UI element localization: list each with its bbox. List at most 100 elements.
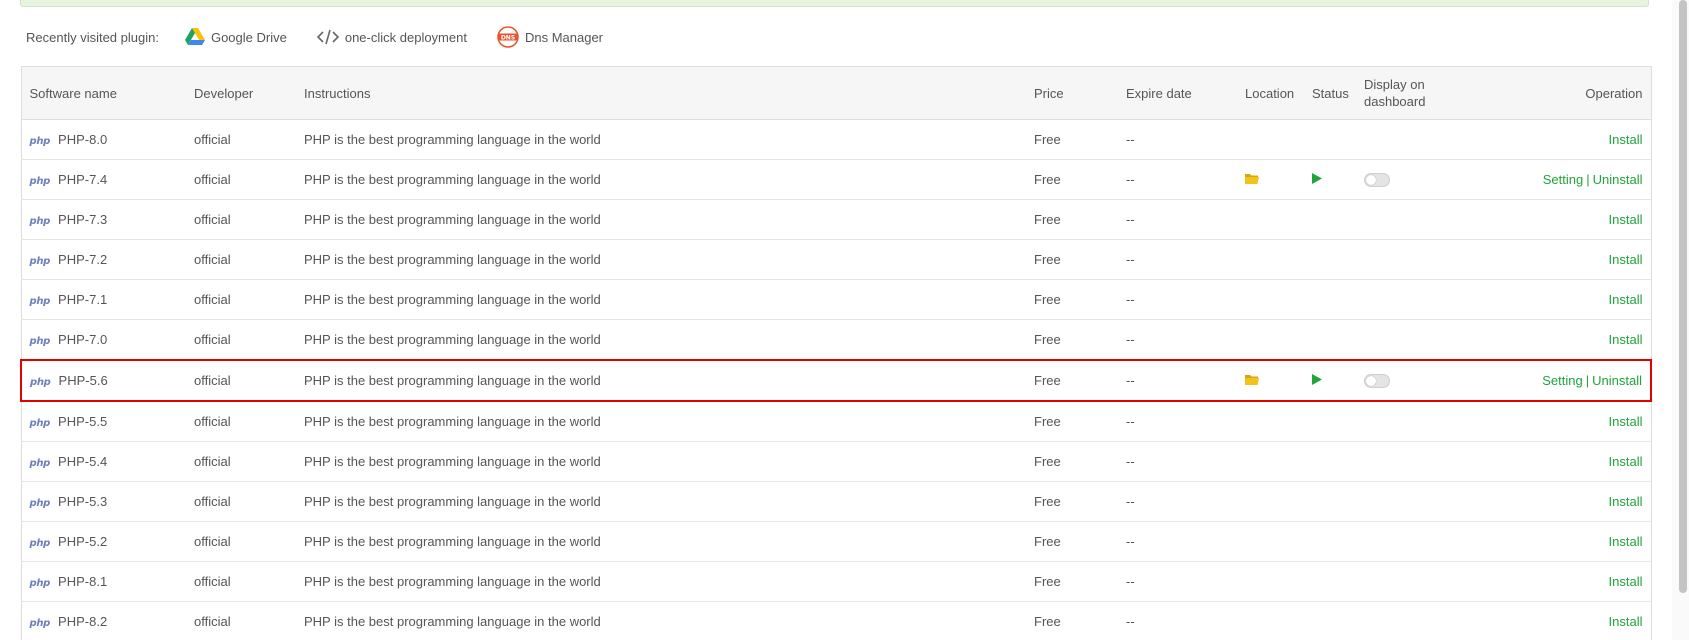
cell-display-on-dashboard [1356,119,1466,160]
cell-display-on-dashboard [1356,441,1466,482]
install-link[interactable]: Install [1609,292,1643,307]
cell-software-name[interactable]: php PHP-7.2 [20,239,186,280]
cell-location [1237,239,1304,280]
install-link[interactable]: Install [1609,132,1643,147]
cell-expire-date: -- [1118,521,1237,562]
cell-status [1304,481,1356,522]
setting-link[interactable]: Setting [1543,172,1583,187]
cell-display-on-dashboard [1356,481,1466,522]
install-link[interactable]: Install [1609,332,1643,347]
cell-price: Free [1026,279,1118,320]
operation-links: Install [1609,494,1643,509]
recent-plugin-dns-manager[interactable]: DNS Dns Manager [497,26,603,48]
dns-icon: DNS [497,26,519,48]
table-row: php PHP-7.1 official PHP is the best progra… [20,279,1652,320]
php-logo-icon: php [29,216,51,227]
folder-icon[interactable] [1245,373,1259,388]
install-link[interactable]: Install [1609,454,1643,469]
column-header-operation: Operation [1466,66,1652,120]
cell-instructions: PHP is the best programming language in … [296,239,1026,280]
install-link[interactable]: Install [1609,574,1643,589]
operation-links: Install [1609,414,1643,429]
cell-developer: official [186,601,296,640]
recent-plugin-google-drive[interactable]: Google Drive [184,28,287,46]
cell-status [1304,401,1356,442]
uninstall-link[interactable]: Uninstall [1593,172,1643,187]
install-link[interactable]: Install [1609,494,1643,509]
install-link[interactable]: Install [1609,414,1643,429]
cell-software-name[interactable]: php PHP-5.5 [20,401,186,442]
cell-software-name[interactable]: php PHP-5.4 [20,441,186,482]
software-name: PHP-8.1 [58,574,108,589]
cell-operation: Install [1466,441,1652,482]
cell-operation: Install [1466,319,1652,361]
cell-instructions: PHP is the best programming language in … [296,199,1026,240]
cell-software-name[interactable]: php PHP-8.1 [20,561,186,602]
cell-price: Free [1026,359,1118,402]
cell-expire-date: -- [1118,359,1237,402]
column-header-software-name[interactable]: Software name [20,66,186,120]
column-header-location: Location [1237,66,1304,120]
cell-software-name[interactable]: php PHP-5.6 [20,359,186,402]
cell-status [1304,239,1356,280]
cell-software-name[interactable]: php PHP-7.3 [20,199,186,240]
cell-status [1304,441,1356,482]
cell-instructions: PHP is the best programming language in … [296,441,1026,482]
install-link[interactable]: Install [1609,534,1643,549]
table-row: php PHP-8.1 official PHP is the best progra… [20,561,1652,602]
play-icon[interactable] [1312,172,1322,187]
recent-plugin-label: Dns Manager [524,29,604,45]
cell-developer: official [186,441,296,482]
cell-price: Free [1026,199,1118,240]
play-icon[interactable] [1312,373,1322,388]
cell-software-name[interactable]: php PHP-7.0 [20,319,186,361]
cell-expire-date: -- [1118,279,1237,320]
cell-software-name[interactable]: php PHP-7.4 [20,159,186,200]
software-name: PHP-7.1 [58,292,108,307]
cell-price: Free [1026,481,1118,522]
google-drive-icon [184,28,205,46]
software-name: PHP-7.3 [58,212,108,227]
uninstall-link[interactable]: Uninstall [1592,373,1642,388]
cell-display-on-dashboard [1356,601,1466,640]
cell-display-on-dashboard [1356,359,1466,402]
cell-software-name[interactable]: php PHP-8.0 [20,119,186,160]
cell-status [1304,119,1356,160]
cell-software-name[interactable]: php PHP-8.2 [20,601,186,640]
recent-plugin-one-click-deployment[interactable]: one-click deployment [316,29,467,45]
php-logo-icon: php [29,538,51,549]
cell-location [1237,561,1304,602]
php-logo-icon: php [29,618,51,629]
software-name: PHP-8.2 [58,614,108,629]
cell-software-name[interactable]: php PHP-7.1 [20,279,186,320]
display-on-dashboard-toggle[interactable] [1364,173,1390,188]
cell-instructions: PHP is the best programming language in … [296,319,1026,361]
cell-developer: official [186,561,296,602]
table-row: php PHP-8.2 official PHP is the best progra… [20,601,1652,640]
operation-links: Setting | Uninstall [1543,172,1643,187]
operation-links: Install [1609,252,1643,267]
cell-software-name[interactable]: php PHP-5.2 [20,521,186,562]
cell-status [1304,561,1356,602]
cell-status [1304,601,1356,640]
install-link[interactable]: Install [1609,252,1643,267]
setting-link[interactable]: Setting [1542,373,1582,388]
operation-links: Install [1609,574,1643,589]
column-header-price: Price [1026,66,1118,120]
folder-icon[interactable] [1245,172,1259,187]
install-link[interactable]: Install [1609,212,1643,227]
cell-operation: Install [1466,481,1652,522]
column-header-developer: Developer [186,66,296,120]
cell-price: Free [1026,441,1118,482]
table-row: php PHP-5.4 official PHP is the best progra… [20,441,1652,482]
display-on-dashboard-toggle[interactable] [1364,374,1390,389]
install-link[interactable]: Install [1609,614,1643,629]
cell-expire-date: -- [1118,561,1237,602]
software-name: PHP-5.2 [58,534,108,549]
vertical-scrollbar[interactable] [1672,0,1689,640]
toggle-knob [1366,175,1376,186]
cell-software-name[interactable]: php PHP-5.3 [20,481,186,522]
cell-instructions: PHP is the best programming language in … [296,561,1026,602]
cell-developer: official [186,359,296,402]
scrollbar-thumb[interactable] [1679,0,1687,593]
